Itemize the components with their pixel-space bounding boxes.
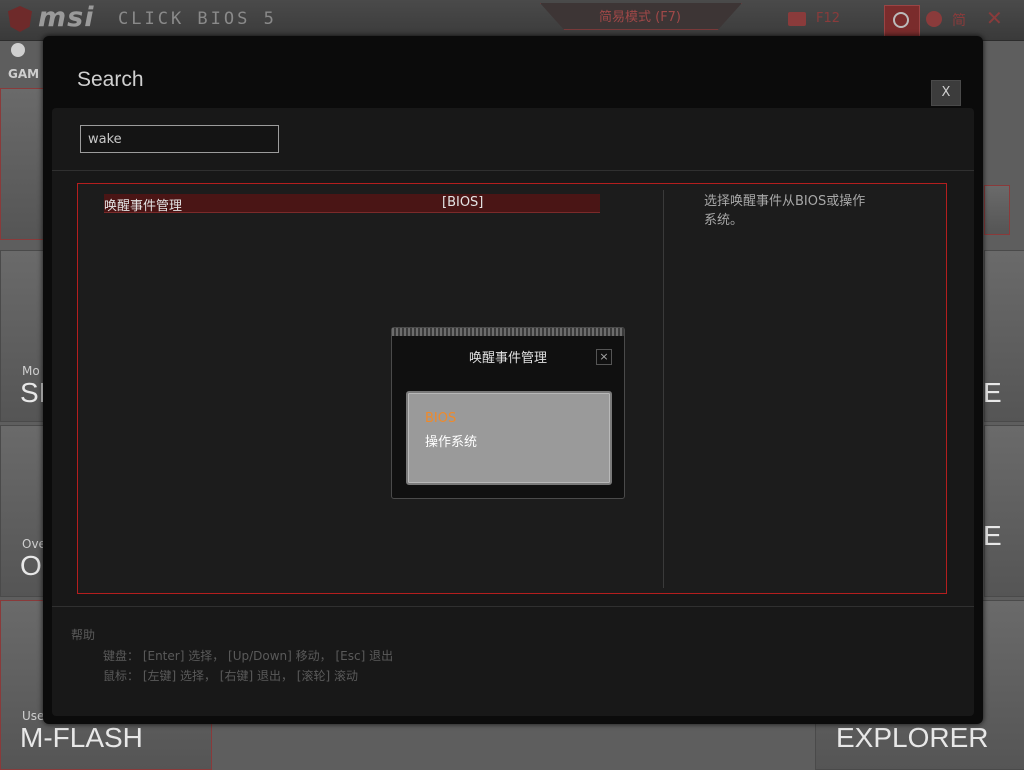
clock-icon bbox=[11, 43, 25, 57]
dialog-close-button[interactable]: X bbox=[931, 80, 961, 106]
explorer-label: EXPLORER bbox=[836, 722, 989, 753]
settings-small-label: Mo bbox=[22, 364, 40, 378]
dialog-title: Search bbox=[77, 68, 144, 91]
easy-mode-label[interactable]: 简易模式 (F7) bbox=[540, 6, 740, 25]
search-icon bbox=[893, 12, 909, 28]
result-name: 唤醒事件管理 bbox=[104, 199, 183, 214]
column-divider bbox=[663, 190, 664, 588]
option-popup: 唤醒事件管理 × BIOS 操作系统 bbox=[391, 327, 625, 499]
game-boost-tile[interactable] bbox=[0, 88, 46, 240]
popup-title: 唤醒事件管理 bbox=[468, 351, 547, 366]
msi-shield-icon bbox=[8, 6, 32, 32]
option-bios[interactable]: BIOS bbox=[425, 411, 456, 426]
msi-logo: msi bbox=[38, 2, 95, 33]
divider bbox=[52, 606, 974, 607]
m-flash-small-label: Use bbox=[22, 709, 45, 723]
m-flash-label: M-FLASH bbox=[20, 722, 143, 753]
oc-big-label: O bbox=[20, 550, 42, 581]
option-os[interactable]: 操作系统 bbox=[425, 431, 477, 450]
right-tile-2-label: E bbox=[983, 520, 1002, 551]
result-row[interactable]: 唤醒事件管理 [BIOS] bbox=[104, 194, 600, 214]
top-bar: msi CLICK BIOS 5 简易模式 (F7) F12 简 ✕ bbox=[0, 0, 1024, 41]
right-tile-2[interactable] bbox=[984, 425, 1024, 597]
popup-title-stripe bbox=[392, 328, 624, 336]
language-icon[interactable] bbox=[926, 11, 942, 27]
click-bios-logo: CLICK BIOS 5 bbox=[118, 9, 277, 29]
popup-close-icon[interactable]: × bbox=[596, 349, 612, 365]
description-text: 选择唤醒事件从BIOS或操作系统。 bbox=[704, 194, 866, 228]
option-list: BIOS 操作系统 bbox=[406, 391, 612, 485]
right-panel-tile bbox=[984, 185, 1010, 235]
divider bbox=[52, 170, 974, 171]
help-mouse-line: 鼠标： [左键] 选择， [右键] 退出， [滚轮] 滚动 bbox=[103, 669, 358, 683]
screenshot-icon[interactable] bbox=[788, 12, 806, 26]
help-keyboard-line: 键盘： [Enter] 选择， [Up/Down] 移动， [Esc] 退出 bbox=[103, 649, 394, 663]
f12-label[interactable]: F12 bbox=[816, 11, 840, 26]
exit-icon[interactable]: ✕ bbox=[986, 6, 1003, 30]
search-input[interactable] bbox=[80, 125, 279, 153]
result-tag: [BIOS] bbox=[442, 195, 484, 210]
language-label[interactable]: 简 bbox=[952, 10, 966, 30]
help-title: 帮助 bbox=[71, 628, 96, 642]
search-button[interactable] bbox=[884, 5, 920, 37]
game-boost-label: GAM bbox=[8, 67, 40, 81]
right-tile-1-label: E bbox=[983, 377, 1002, 408]
